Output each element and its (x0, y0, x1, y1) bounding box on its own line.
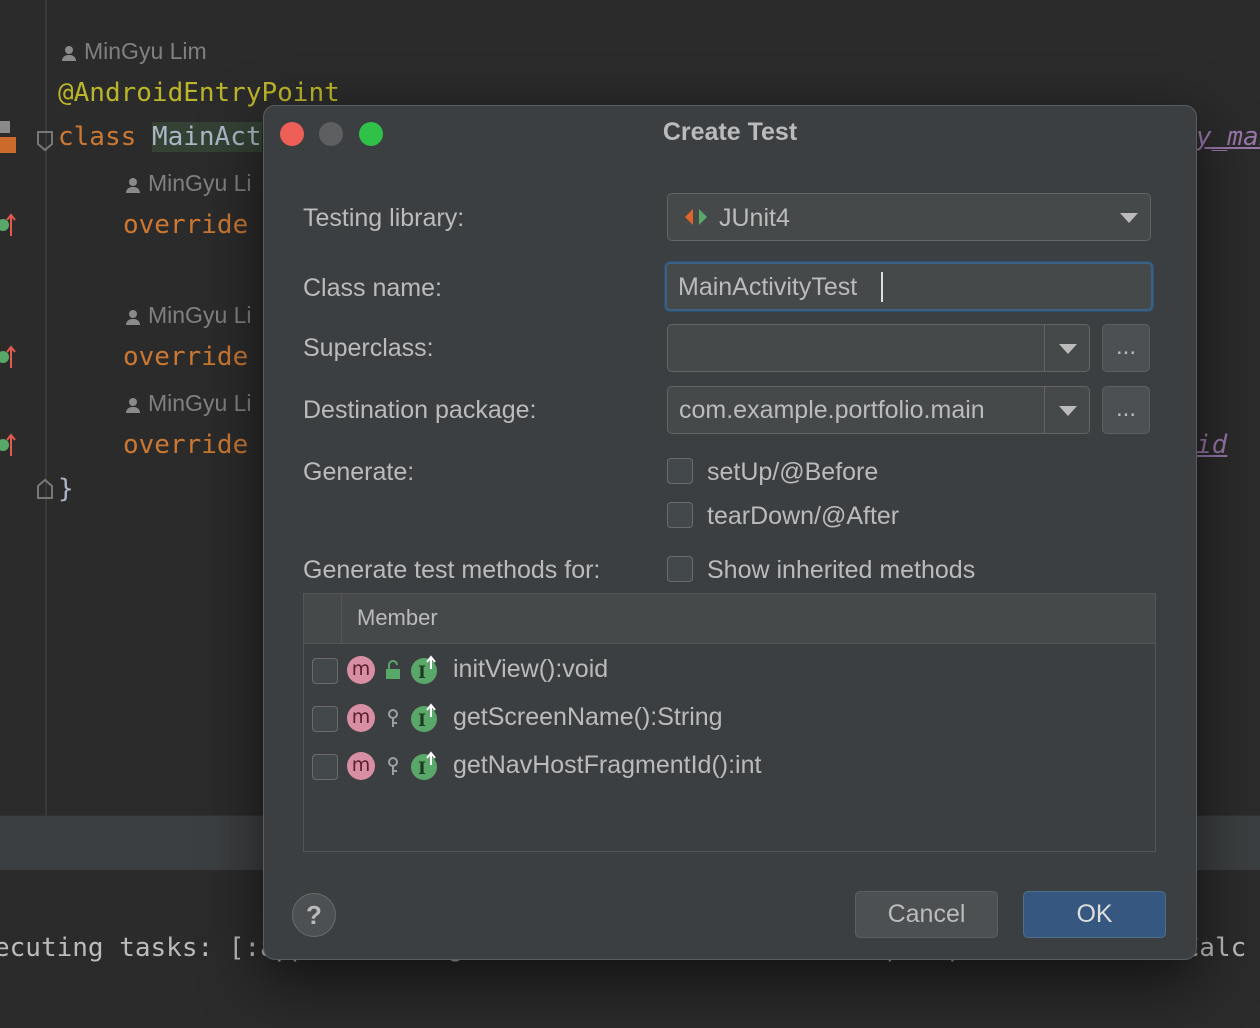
code-author-hint: MinGyu Li (126, 170, 252, 197)
user-icon (126, 397, 140, 413)
implements-interface-icon: I (411, 751, 437, 780)
table-row[interactable]: m I getScreenName():String (304, 695, 1155, 741)
method-icon: m (347, 752, 375, 780)
code-fragment-right: id (1196, 430, 1228, 460)
override-gutter-icon[interactable] (0, 432, 16, 458)
chevron-down-icon (1120, 213, 1138, 223)
generate-label: Generate: (303, 458, 415, 486)
cancel-button[interactable]: Cancel (855, 891, 998, 938)
members-table: Member m I initView():void m I getScreen… (303, 593, 1156, 852)
member-name: getScreenName():String (453, 703, 723, 731)
superclass-label: Superclass: (303, 334, 434, 362)
table-row[interactable]: m I getNavHostFragmentId():int (304, 743, 1155, 789)
show-inherited-checkbox[interactable] (667, 556, 693, 582)
svg-text:I: I (418, 759, 426, 779)
code-override-kw: override (123, 342, 249, 372)
member-column-header[interactable]: Member (357, 605, 438, 631)
destination-package-browse-button[interactable]: ... (1102, 386, 1150, 434)
code-author-hint: MinGyu Li (126, 302, 252, 329)
superclass-browse-button[interactable]: ... (1102, 324, 1150, 372)
svg-text:I: I (418, 711, 426, 731)
run-gutter-icon[interactable] (0, 121, 18, 155)
public-lock-icon (386, 660, 400, 679)
code-author-hint: MinGyu Li (126, 390, 252, 417)
class-name-input[interactable]: MainActivityTest (665, 262, 1153, 311)
code-annotation: @AndroidEntryPoint (58, 78, 340, 108)
destination-package-label: Destination package: (303, 396, 537, 424)
code-override-kw: override (123, 430, 249, 460)
code-closing-brace: } (58, 474, 74, 504)
method-icon: m (347, 704, 375, 732)
teardown-checkbox-label: tearDown/@After (707, 502, 900, 530)
override-gutter-icon[interactable] (0, 212, 16, 238)
protected-key-icon (388, 757, 398, 775)
user-icon (126, 177, 140, 193)
dialog-title: Create Test (662, 118, 798, 146)
teardown-checkbox[interactable] (667, 502, 693, 528)
table-row[interactable]: m I initView():void (304, 647, 1155, 693)
column-divider (341, 594, 342, 644)
override-gutter-icon[interactable] (0, 344, 16, 370)
fold-end-icon[interactable] (36, 478, 54, 500)
svg-text:I: I (418, 663, 426, 683)
text-cursor (881, 272, 883, 302)
member-name: initView():void (453, 655, 609, 683)
class-name-label: Class name: (303, 274, 442, 302)
member-checkbox[interactable] (312, 706, 338, 732)
methods-for-label: Generate test methods for: (303, 556, 601, 584)
code-override-kw: override (123, 210, 249, 240)
table-header: Member (304, 594, 1155, 644)
chevron-down-icon[interactable] (1044, 387, 1089, 433)
editor-gutter-line (45, 0, 47, 815)
implements-interface-icon: I (411, 703, 437, 732)
member-checkbox[interactable] (312, 754, 338, 780)
ok-button[interactable]: OK (1023, 891, 1166, 938)
code-fragment-right: y_mai (1196, 122, 1260, 152)
junit-icon (685, 209, 707, 225)
implements-interface-icon: I (411, 655, 437, 684)
setup-checkbox-label: setUp/@Before (707, 458, 879, 486)
method-icon: m (347, 656, 375, 684)
user-icon (62, 45, 76, 61)
superclass-combo[interactable] (667, 324, 1090, 372)
member-checkbox[interactable] (312, 658, 338, 684)
testing-library-value: JUnit4 (719, 204, 790, 232)
help-button[interactable]: ? (292, 893, 336, 937)
testing-library-label: Testing library: (303, 204, 465, 232)
setup-checkbox[interactable] (667, 458, 693, 484)
protected-key-icon (388, 709, 398, 727)
member-name: getNavHostFragmentId():int (453, 751, 762, 779)
user-icon (126, 309, 140, 325)
code-author-hint: MinGyu Lim (62, 38, 207, 65)
testing-library-select[interactable]: JUnit4 (667, 193, 1151, 241)
code-class-line: class MainAct (58, 122, 262, 152)
fold-icon[interactable] (36, 130, 54, 152)
destination-package-combo[interactable]: com.example.portfolio.main (667, 386, 1090, 434)
create-test-dialog: Create Test Testing library: JUnit4 Clas… (263, 105, 1197, 960)
show-inherited-label: Show inherited methods (707, 556, 976, 584)
chevron-down-icon[interactable] (1044, 325, 1089, 371)
